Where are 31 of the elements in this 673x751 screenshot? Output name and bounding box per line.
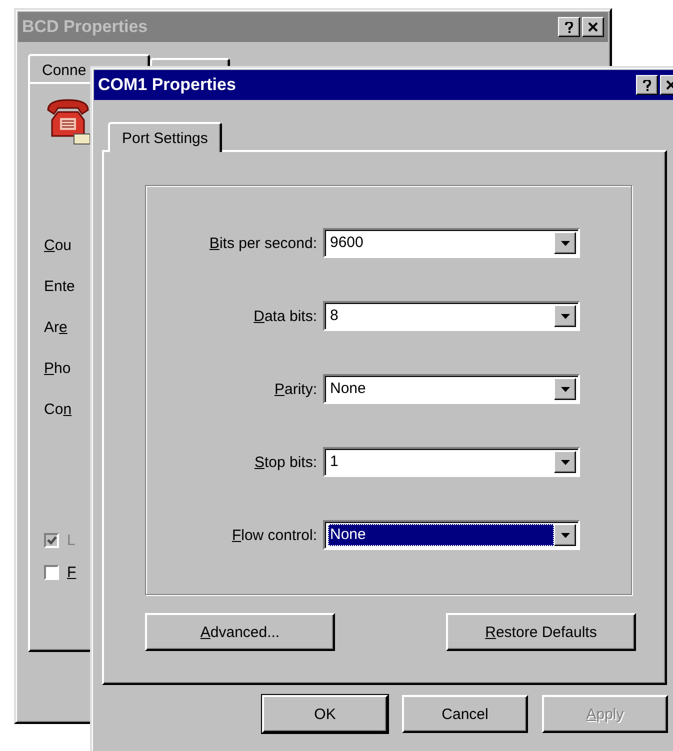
field-label: Ente (44, 277, 75, 297)
field-label: Are (44, 318, 68, 338)
tab[interactable]: Port Settings (108, 122, 222, 152)
question-mark-icon (565, 22, 573, 32)
dialog-button[interactable]: Advanced... (145, 613, 335, 651)
dropdown-field[interactable]: None (323, 374, 580, 404)
checkbox-label: F (67, 564, 76, 581)
field-label: Data bits: (252, 308, 318, 324)
field-label: Flow control: (230, 526, 318, 544)
field-label: Cou (44, 236, 72, 256)
field-label: Bits per second: (208, 234, 318, 252)
help-button[interactable] (636, 75, 658, 95)
dropdown-field[interactable]: 1 (323, 447, 580, 477)
question-mark-icon (643, 80, 651, 90)
dropdown-field[interactable]: None (323, 520, 580, 550)
window-title: BCD Properties (22, 17, 148, 37)
field-label: Parity: (273, 380, 318, 398)
field-label: Pho (44, 359, 71, 379)
dropdown-field[interactable]: 9600 (323, 228, 580, 258)
help-button[interactable] (558, 17, 580, 37)
checkbox[interactable] (44, 565, 59, 580)
dialog-button[interactable]: OK (262, 695, 388, 733)
checkbox-label: L (67, 532, 76, 549)
field-label: Stop bits: (253, 454, 318, 470)
dialog-button[interactable]: Restore Defaults (446, 613, 636, 651)
close-icon (666, 80, 673, 90)
field-label: Con (44, 400, 72, 420)
dropdown-field[interactable]: 8 (323, 301, 580, 331)
dialog-button[interactable]: Cancel (402, 695, 528, 733)
close-icon (588, 22, 598, 32)
close-button[interactable] (582, 17, 604, 37)
